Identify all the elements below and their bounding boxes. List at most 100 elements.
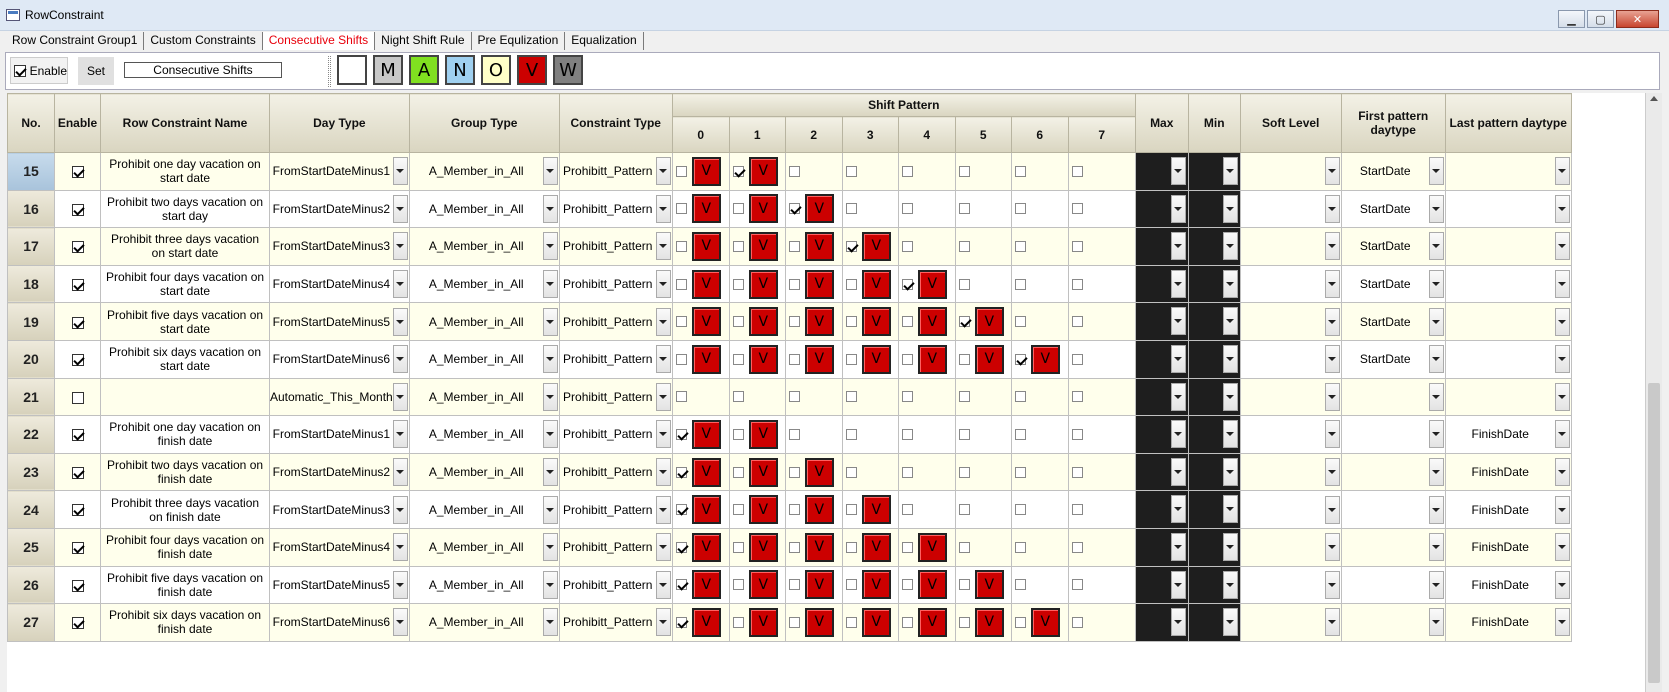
- row-number[interactable]: 25: [7, 527, 55, 567]
- min-cell[interactable]: [1187, 415, 1241, 454]
- dropdown-arrow-icon[interactable]: [655, 307, 671, 336]
- dropdown-arrow-icon[interactable]: [1428, 458, 1444, 487]
- constraint-type-combo[interactable]: Prohibitt_Pattern: [560, 529, 672, 566]
- shift-pattern-cell[interactable]: [897, 189, 956, 229]
- constraint-type-combo[interactable]: Prohibitt_Pattern: [560, 567, 672, 604]
- last-pattern-cell[interactable]: FinishDate: [1444, 527, 1572, 567]
- group-type-combo[interactable]: A_Member_in_All: [410, 379, 559, 416]
- pattern-checkbox[interactable]: [788, 203, 800, 215]
- soft-level-cell[interactable]: [1239, 339, 1342, 379]
- day-type-cell[interactable]: FromStartDateMinus3: [269, 490, 410, 529]
- shift-pattern-cell[interactable]: [954, 452, 1012, 492]
- pattern-checkbox[interactable]: [732, 579, 744, 591]
- dropdown-arrow-icon[interactable]: [1554, 495, 1570, 524]
- shift-pattern-cell[interactable]: [841, 152, 899, 191]
- pattern-checkbox[interactable]: [675, 541, 687, 553]
- shift-pattern-cell[interactable]: V: [954, 603, 1012, 642]
- row-number[interactable]: 18: [7, 264, 55, 304]
- pattern-checkbox[interactable]: [732, 504, 744, 516]
- pattern-checkbox[interactable]: [845, 541, 857, 553]
- dropdown-arrow-icon[interactable]: [1222, 570, 1238, 599]
- row-number[interactable]: 23: [7, 452, 55, 492]
- shift-pattern-cell[interactable]: [897, 152, 956, 191]
- scroll-up-arrow-icon[interactable]: [1650, 96, 1658, 101]
- vacation-shift-box[interactable]: V: [748, 194, 778, 224]
- dropdown-arrow-icon[interactable]: [1170, 194, 1186, 223]
- dropdown-arrow-icon[interactable]: [1170, 495, 1186, 524]
- vacation-shift-box[interactable]: V: [748, 419, 778, 449]
- col-header-pattern-2[interactable]: 2: [784, 116, 843, 153]
- pattern-checkbox[interactable]: [788, 541, 800, 553]
- dropdown-arrow-icon[interactable]: [1428, 194, 1444, 223]
- dropdown-arrow-icon[interactable]: [1428, 608, 1444, 637]
- row-enable-checkbox[interactable]: [71, 579, 84, 592]
- shift-pattern-cell[interactable]: V: [897, 527, 956, 567]
- row-number[interactable]: 26: [7, 565, 55, 605]
- first-pattern-combo[interactable]: [1342, 416, 1445, 453]
- vacation-shift-box[interactable]: V: [974, 570, 1004, 600]
- first-pattern-cell[interactable]: [1340, 452, 1446, 492]
- pattern-checkbox[interactable]: [732, 616, 744, 628]
- pattern-checkbox[interactable]: [901, 165, 913, 177]
- vacation-shift-box[interactable]: V: [804, 532, 834, 562]
- vacation-shift-box[interactable]: V: [917, 532, 947, 562]
- shift-pattern-cell[interactable]: V: [841, 565, 899, 605]
- vacation-shift-box[interactable]: V: [748, 307, 778, 337]
- pattern-checkbox[interactable]: [788, 616, 800, 628]
- dropdown-arrow-icon[interactable]: [655, 270, 671, 299]
- pattern-checkbox[interactable]: [1071, 391, 1083, 403]
- shift-button-m[interactable]: M: [373, 55, 403, 85]
- shift-pattern-cell[interactable]: V: [1010, 339, 1069, 379]
- vacation-shift-box[interactable]: V: [861, 344, 891, 374]
- enable-cell[interactable]: [54, 603, 101, 642]
- constraint-type-cell[interactable]: Prohibitt_Pattern: [558, 339, 673, 379]
- soft-level-cell[interactable]: [1239, 152, 1342, 191]
- pattern-checkbox[interactable]: [958, 165, 970, 177]
- pattern-checkbox[interactable]: [732, 466, 744, 478]
- col-header-enable[interactable]: Enable: [54, 93, 101, 153]
- dropdown-arrow-icon[interactable]: [655, 570, 671, 599]
- soft-level-combo[interactable]: [1241, 379, 1341, 416]
- pattern-checkbox[interactable]: [1014, 165, 1026, 177]
- enable-cell[interactable]: [54, 227, 101, 266]
- last-pattern-combo[interactable]: [1446, 153, 1571, 190]
- row-enable-checkbox[interactable]: [71, 354, 84, 367]
- shift-pattern-cell[interactable]: V: [1010, 603, 1069, 642]
- shift-pattern-cell[interactable]: V: [841, 603, 899, 642]
- dropdown-arrow-icon[interactable]: [1222, 344, 1238, 373]
- shift-pattern-cell[interactable]: V: [897, 302, 956, 341]
- dropdown-arrow-icon[interactable]: [1324, 157, 1340, 186]
- day-type-cell[interactable]: FromStartDateMinus3: [269, 227, 410, 266]
- last-pattern-cell[interactable]: [1444, 302, 1572, 341]
- dropdown-arrow-icon[interactable]: [1554, 232, 1570, 261]
- vacation-shift-box[interactable]: V: [861, 495, 891, 525]
- min-cell[interactable]: [1187, 565, 1241, 605]
- shift-pattern-cell[interactable]: [1067, 377, 1136, 417]
- dropdown-arrow-icon[interactable]: [542, 533, 558, 562]
- vacation-shift-box[interactable]: V: [804, 607, 834, 637]
- vacation-shift-box[interactable]: V: [748, 457, 778, 487]
- dropdown-arrow-icon[interactable]: [542, 608, 558, 637]
- col-header-group-type[interactable]: Group Type: [408, 93, 560, 153]
- constraint-type-cell[interactable]: Prohibitt_Pattern: [558, 302, 673, 341]
- pattern-checkbox[interactable]: [901, 466, 913, 478]
- pattern-checkbox[interactable]: [788, 428, 800, 440]
- first-pattern-combo[interactable]: StartDate: [1342, 153, 1445, 190]
- shift-pattern-cell[interactable]: V: [728, 490, 786, 529]
- pattern-checkbox[interactable]: [1014, 428, 1026, 440]
- vacation-shift-box[interactable]: V: [691, 344, 721, 374]
- vacation-shift-box[interactable]: V: [691, 194, 721, 224]
- pattern-checkbox[interactable]: [675, 240, 687, 252]
- row-enable-checkbox[interactable]: [71, 617, 84, 630]
- row-constraint-name[interactable]: Prohibit six days vacation on finish dat…: [100, 603, 270, 642]
- vacation-shift-box[interactable]: V: [691, 269, 721, 299]
- constraint-name-field[interactable]: Consecutive Shifts: [124, 62, 282, 78]
- pattern-checkbox[interactable]: [732, 203, 744, 215]
- pattern-checkbox[interactable]: [958, 203, 970, 215]
- constraint-type-combo[interactable]: Prohibitt_Pattern: [560, 191, 672, 228]
- row-enable-checkbox[interactable]: [71, 241, 84, 254]
- group-type-combo[interactable]: A_Member_in_All: [410, 529, 559, 566]
- pattern-checkbox[interactable]: [1014, 240, 1026, 252]
- vacation-shift-box[interactable]: V: [804, 570, 834, 600]
- dropdown-arrow-icon[interactable]: [1170, 344, 1186, 373]
